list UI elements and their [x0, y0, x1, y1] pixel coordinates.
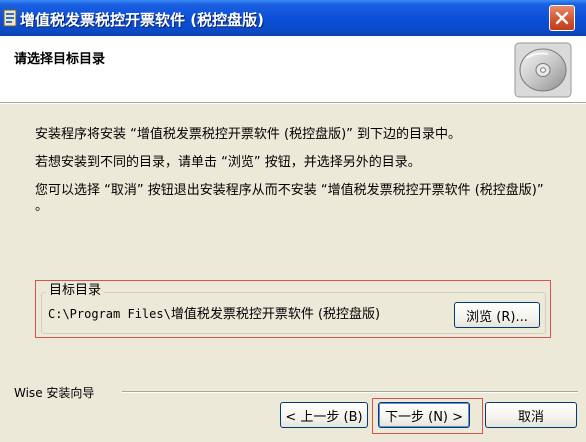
cancel-button[interactable]: 取消 — [485, 402, 577, 428]
header-panel: 请选择目标目录 — [0, 36, 586, 103]
browse-button[interactable]: 浏览 (R)... — [454, 302, 540, 328]
cancel-info-text: 您可以选择 “取消” 按钮退出安装程序从而不安装 “增值税发票税控开票软件 (税… — [35, 183, 544, 214]
close-icon — [555, 11, 569, 25]
next-button[interactable]: 下一步 (N) > — [378, 402, 470, 428]
target-dir-label: 目标目录 — [46, 283, 105, 299]
page-title: 请选择目标目录 — [14, 52, 106, 67]
window-title: 增值税发票税控开票软件 (税控盘版) — [20, 11, 264, 29]
footer-divider-highlight — [122, 392, 578, 393]
wizard-label: Wise 安装向导 — [14, 386, 95, 400]
title-bar[interactable]: 增值税发票税控开票软件 (税控盘版) — [0, 0, 586, 36]
path-prefix: C:\Program Files\ — [48, 307, 171, 321]
installer-window: 增值税发票税控开票软件 (税控盘版) 请选择目标目录 安装程序将安装 “增值税发… — [0, 0, 586, 442]
header-divider — [0, 103, 586, 104]
path-suffix: 增值税发票税控开票软件 (税控盘版) — [170, 307, 381, 322]
installer-icon — [2, 8, 18, 28]
back-button[interactable]: < 上一步 (B) — [280, 402, 368, 428]
cd-disc-icon — [514, 42, 572, 98]
close-button[interactable] — [549, 5, 575, 31]
install-info-text: 安装程序将安装 “增值税发票税控开票软件 (税控盘版)” 到下边的目录中。 — [35, 127, 462, 142]
target-dir-path: C:\Program Files\增值税发票税控开票软件 (税控盘版) — [48, 306, 380, 323]
browse-info-text: 若想安装到不同的目录，请单击 “浏览” 按钮，并选择另外的目录。 — [35, 155, 421, 170]
